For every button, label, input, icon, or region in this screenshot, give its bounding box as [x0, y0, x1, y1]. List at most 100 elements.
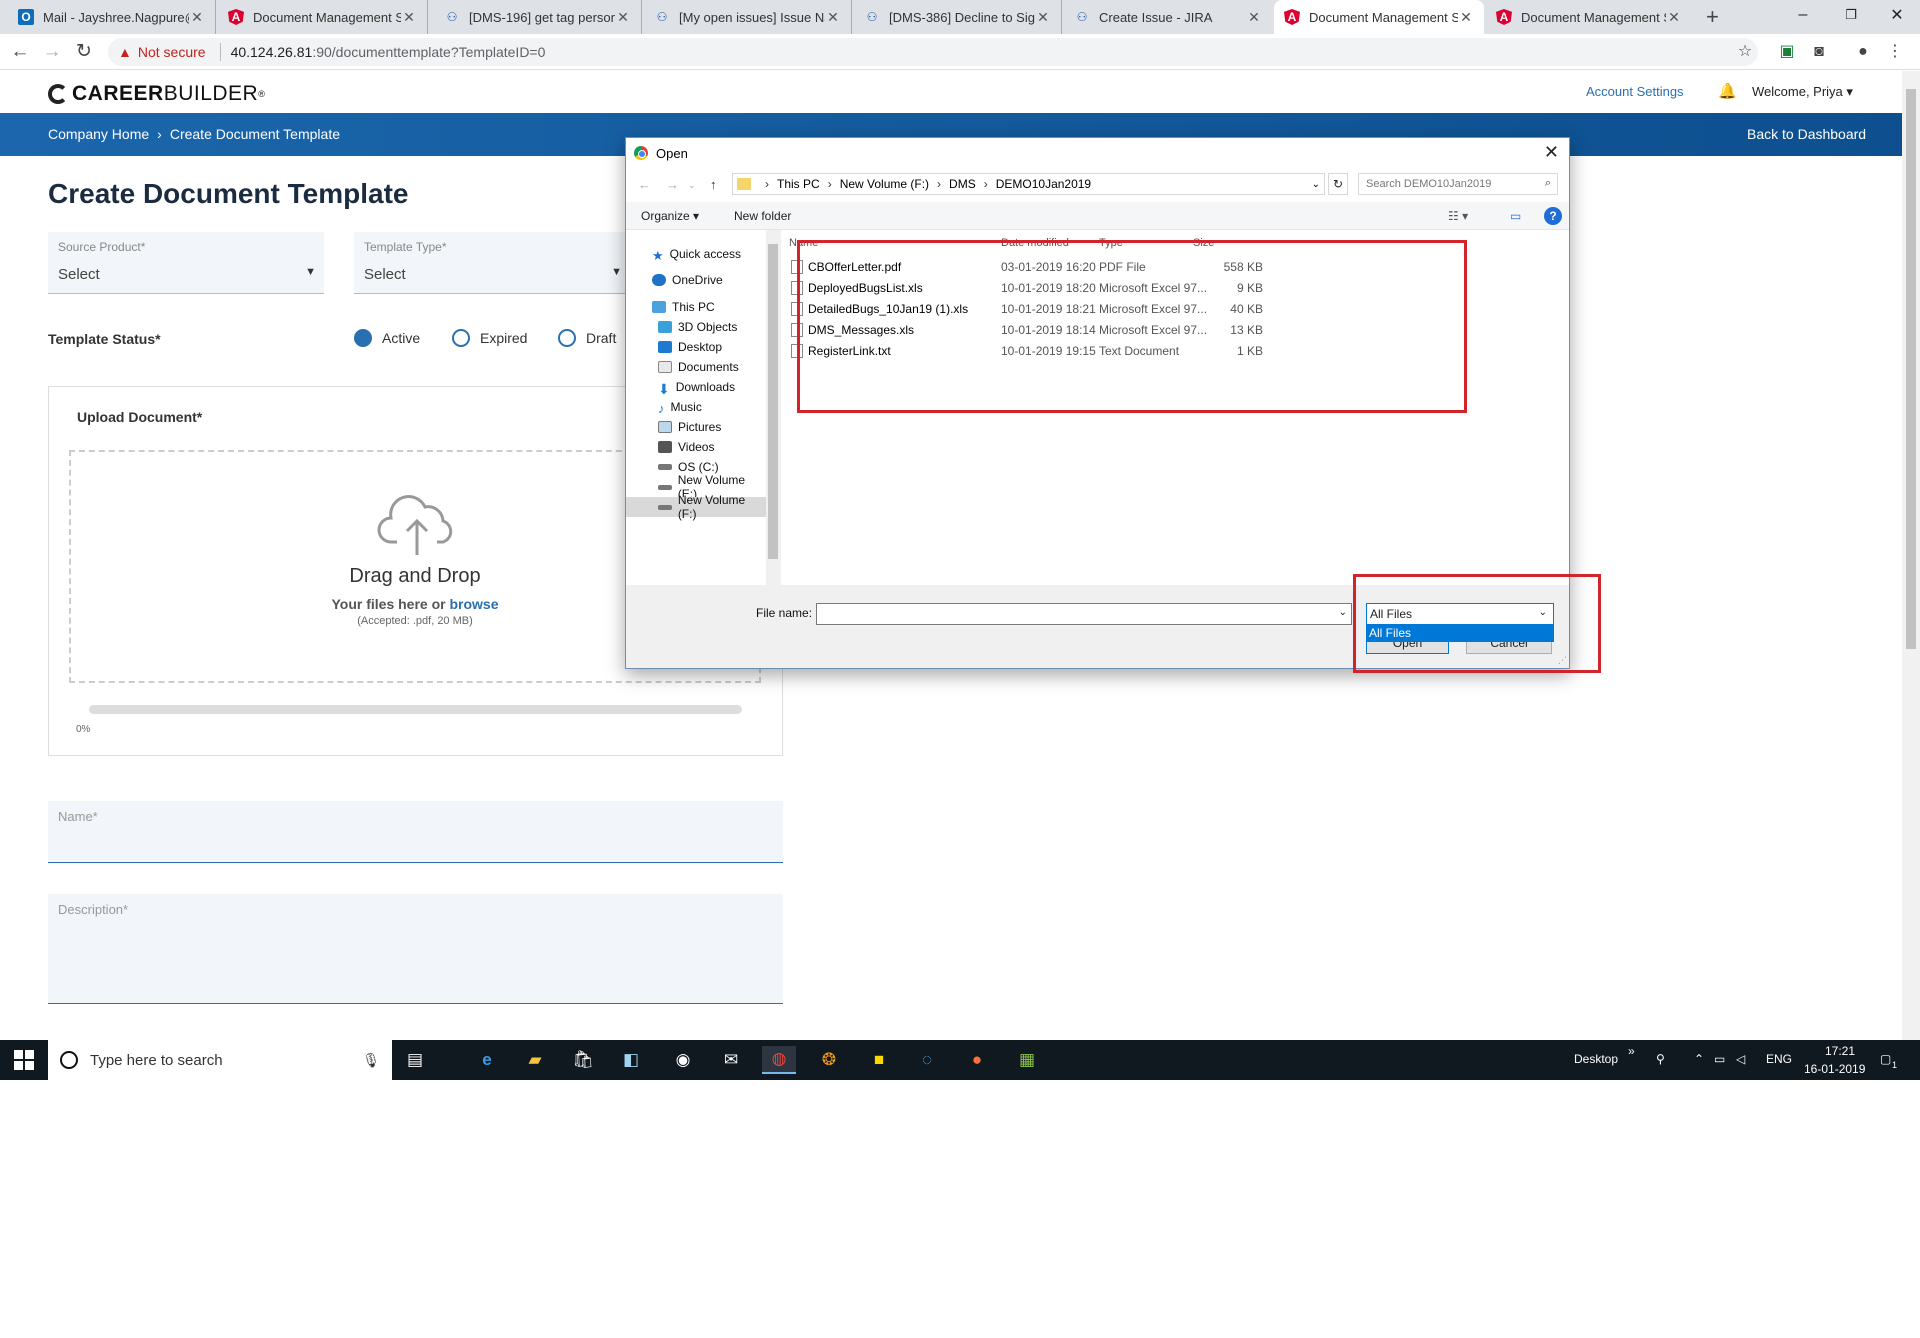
close-icon[interactable]: ✕ [1246, 9, 1262, 26]
nav-this-pc[interactable]: This PC [652, 297, 715, 317]
dialog-path-bar[interactable]: › This PC › New Volume (F:) › DMS › DEMO10Ja… [732, 173, 1325, 195]
welcome-menu[interactable]: Welcome, Priya ▾ [1752, 84, 1853, 100]
chevron-right-icon[interactable]: » [1628, 1044, 1635, 1058]
people-icon[interactable]: ⚲ [1656, 1052, 1665, 1066]
nav-videos[interactable]: Videos [658, 437, 714, 457]
chevron-down-icon[interactable]: ⌄ [1339, 607, 1347, 618]
nav-pictures[interactable]: Pictures [658, 417, 721, 437]
profile-icon[interactable]: ● [1852, 41, 1874, 63]
taskbar-search-box[interactable]: Type here to search 🎙 [48, 1040, 392, 1080]
path-segment[interactable]: DEMO10Jan2019 [996, 177, 1091, 191]
sticky-notes-icon[interactable]: ■ [862, 1046, 896, 1074]
notifications-icon[interactable]: ▢ [1880, 1052, 1891, 1066]
nav-onedrive[interactable]: OneDrive [652, 270, 723, 290]
nav-music[interactable]: ♪ Music [658, 397, 702, 417]
page-scrollbar[interactable] [1902, 71, 1920, 1040]
file-name-input[interactable]: ⌄ [816, 603, 1352, 625]
close-icon[interactable]: ✕ [1544, 142, 1559, 163]
close-icon[interactable]: ✕ [401, 9, 417, 26]
name-input[interactable]: Name* [48, 801, 783, 863]
menu-dots-icon[interactable]: ⋮ [1884, 41, 1906, 63]
nav-3d-objects[interactable]: 3D Objects [658, 317, 737, 337]
browser-tab[interactable]: ⚇ [My open issues] Issue Navi ✕ [644, 0, 852, 34]
close-icon[interactable]: ✕ [189, 9, 205, 26]
browse-link[interactable]: browse [449, 596, 498, 612]
store-icon[interactable]: 🛍 [566, 1046, 600, 1074]
app-icon[interactable]: ◧ [614, 1046, 648, 1074]
app-icon[interactable]: ❂ [812, 1046, 846, 1074]
browser-tab[interactable]: ⚇ [DMS-196] get tag person u ✕ [434, 0, 642, 34]
close-icon[interactable]: ✕ [1035, 9, 1051, 26]
language-indicator[interactable]: ENG [1766, 1052, 1792, 1066]
preview-pane-icon[interactable]: ▭ [1510, 209, 1521, 223]
close-icon[interactable]: ✕ [615, 9, 631, 26]
address-bar[interactable]: ▲ Not secure 40.124.26.81:90/documenttem… [108, 38, 1758, 66]
microphone-icon[interactable]: 🎙 [362, 1052, 380, 1069]
up-arrow-icon[interactable]: ↑ [710, 177, 717, 192]
account-settings-link[interactable]: Account Settings [1586, 84, 1684, 99]
volume-icon[interactable]: ◁ [1736, 1052, 1745, 1066]
close-icon[interactable]: ✕ [825, 9, 841, 26]
restore-icon[interactable]: ❐ [1828, 0, 1874, 30]
extension-icon[interactable]: ▣ [1776, 41, 1798, 63]
forward-arrow-icon[interactable]: → [40, 40, 64, 64]
mail-icon[interactable]: ✉ [714, 1046, 748, 1074]
new-tab-icon[interactable]: + [1706, 4, 1719, 30]
close-icon[interactable]: ✕ [1458, 9, 1474, 26]
app-icon[interactable]: ▦ [1010, 1046, 1044, 1074]
chat-icon[interactable]: ◌ [910, 1046, 944, 1074]
forward-arrow-icon[interactable]: → [666, 177, 679, 192]
source-product-select[interactable]: Source Product* Select ▼ [48, 232, 324, 294]
network-icon[interactable]: ▭ [1714, 1052, 1725, 1066]
chevron-up-icon[interactable]: ⌃ [1694, 1052, 1704, 1066]
bell-icon[interactable]: 🔔 [1718, 82, 1737, 100]
path-segment[interactable]: This PC [777, 177, 820, 191]
description-input[interactable]: Description* [48, 894, 783, 1004]
chevron-down-icon[interactable]: ⌄ [1312, 179, 1320, 190]
help-icon[interactable]: ? [1544, 207, 1562, 225]
windows-start-icon[interactable] [14, 1050, 34, 1070]
nav-desktop[interactable]: Desktop [658, 337, 722, 357]
browser-tab[interactable]: O Mail - Jayshree.Nagpure@c ✕ [8, 0, 216, 34]
task-view-icon[interactable]: ▤ [398, 1046, 432, 1074]
nav-downloads[interactable]: ⬇ Downloads [658, 377, 735, 397]
path-segment[interactable]: New Volume (F:) [840, 177, 929, 191]
dialog-search-input[interactable]: Search DEMO10Jan2019 ⌕ [1358, 173, 1558, 195]
close-icon[interactable]: ✕ [1666, 9, 1682, 26]
view-options-icon[interactable]: ☷ ▾ [1448, 209, 1468, 223]
minimize-icon[interactable]: – [1780, 0, 1826, 30]
status-radio-expired[interactable]: Expired [452, 329, 527, 347]
bookmark-star-icon[interactable]: ☆ [1734, 41, 1756, 63]
recent-dropdown-icon[interactable]: ⌄ [688, 180, 696, 191]
app-icon[interactable]: ◉ [666, 1046, 700, 1074]
browser-tab[interactable]: A Document Management Se ✕ [218, 0, 428, 34]
new-folder-button[interactable]: New folder [734, 209, 791, 223]
clock-time[interactable]: 17:21 [1818, 1044, 1862, 1058]
careerbuilder-logo[interactable]: CAREER BUILDER ® [48, 82, 265, 106]
status-radio-draft[interactable]: Draft [558, 329, 616, 347]
back-arrow-icon[interactable]: ← [8, 40, 32, 64]
breadcrumb-home-link[interactable]: Company Home [48, 126, 149, 142]
camera-icon[interactable]: ◙ [1808, 41, 1830, 63]
window-close-icon[interactable]: ✕ [1874, 0, 1920, 30]
nav-quick-access[interactable]: ★ Quick access [652, 244, 741, 264]
desktop-toolbar-label[interactable]: Desktop [1574, 1052, 1618, 1066]
nav-new-volume-f[interactable]: New Volume (F:) [626, 493, 766, 521]
browser-tab[interactable]: ⚇ Create Issue - JIRA ✕ [1064, 0, 1272, 34]
template-type-select[interactable]: Template Type* Select ▼ [354, 232, 630, 294]
edge-icon[interactable]: e [470, 1046, 504, 1074]
nav-documents[interactable]: Documents [658, 357, 739, 377]
refresh-icon[interactable]: ↻ [1328, 173, 1348, 195]
browser-tab[interactable]: ⚇ [DMS-386] Decline to Sign p✕ [854, 0, 1062, 34]
file-explorer-icon[interactable]: ▰ [518, 1046, 552, 1074]
path-segment[interactable]: DMS [949, 177, 976, 191]
nav-pane-scrollbar[interactable] [766, 230, 780, 585]
firefox-icon[interactable]: ● [960, 1046, 994, 1074]
back-arrow-icon[interactable]: ← [638, 177, 651, 192]
back-to-dashboard-link[interactable]: Back to Dashboard [1747, 126, 1866, 142]
browser-tab-active[interactable]: A Document Management Se ✕ [1274, 0, 1484, 34]
clock-date[interactable]: 16-01-2019 [1804, 1062, 1865, 1076]
chrome-taskbar-icon[interactable]: ◍ [762, 1046, 796, 1074]
reload-icon[interactable]: ↻ [72, 40, 96, 64]
browser-tab[interactable]: A Document Management Se ✕ [1486, 0, 1692, 34]
